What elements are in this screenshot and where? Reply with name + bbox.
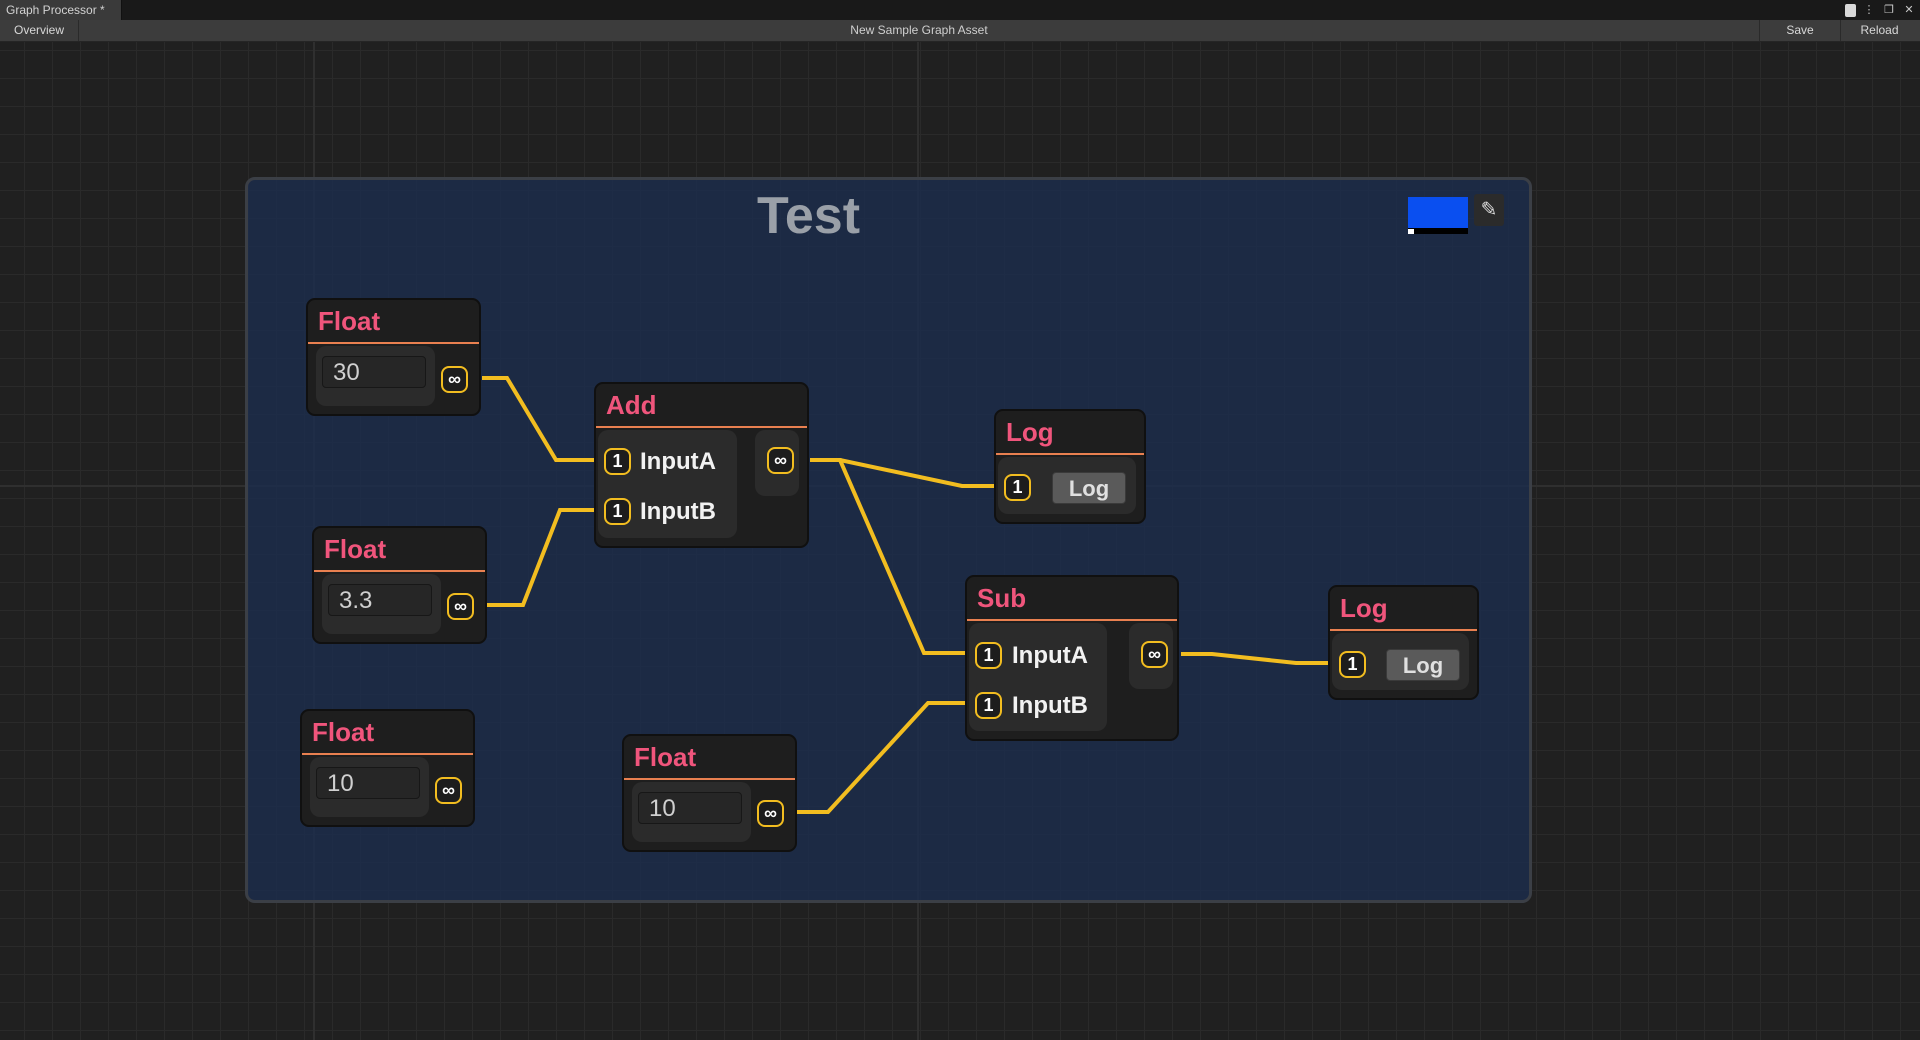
node-body: 10 bbox=[632, 782, 751, 842]
node-body: 30 bbox=[316, 346, 435, 406]
port-label: InputA bbox=[640, 448, 716, 475]
reload-button[interactable]: Reload bbox=[1839, 20, 1920, 41]
node-title: Log bbox=[996, 411, 1144, 455]
edge-add-log1 bbox=[810, 458, 994, 488]
float-value-field[interactable]: 3.3 bbox=[328, 584, 432, 616]
float-node[interactable]: Float 10 ∞ bbox=[300, 709, 475, 827]
window-controls: ⋮ ❐ ✕ bbox=[1845, 0, 1916, 20]
port-label: InputB bbox=[1012, 692, 1088, 719]
input-port[interactable]: 1 bbox=[1004, 474, 1031, 501]
float-value-field[interactable]: 30 bbox=[322, 356, 426, 388]
float-value-field[interactable]: 10 bbox=[316, 767, 420, 799]
output-port[interactable]: ∞ bbox=[767, 447, 794, 474]
edge-float4-sub bbox=[796, 701, 966, 814]
node-title: Sub bbox=[967, 577, 1177, 621]
output-port[interactable]: ∞ bbox=[1141, 641, 1168, 668]
add-node[interactable]: Add 1 InputA 1 InputB ∞ bbox=[594, 382, 809, 548]
node-title: Add bbox=[596, 384, 807, 428]
node-title: Float bbox=[302, 711, 473, 755]
log-node[interactable]: Log 1 Log bbox=[1328, 585, 1479, 700]
asset-title: New Sample Graph Asset bbox=[850, 23, 988, 37]
float-value-field[interactable]: 10 bbox=[638, 792, 742, 824]
more-options-icon[interactable]: ⋮ bbox=[1862, 3, 1876, 17]
log-button[interactable]: Log bbox=[1052, 472, 1126, 504]
edge-sub-log2 bbox=[1181, 652, 1330, 665]
node-body: 3.3 bbox=[322, 574, 441, 634]
port-label: InputA bbox=[1012, 642, 1088, 669]
overview-button[interactable]: Overview bbox=[0, 20, 79, 41]
node-body: 10 bbox=[310, 757, 429, 817]
float-node[interactable]: Float 3.3 ∞ bbox=[312, 526, 487, 644]
input-port[interactable]: 1 bbox=[975, 642, 1002, 669]
node-title: Log bbox=[1330, 587, 1477, 631]
port-label: InputB bbox=[640, 498, 716, 525]
output-port[interactable]: ∞ bbox=[447, 593, 474, 620]
input-port[interactable]: 1 bbox=[975, 692, 1002, 719]
save-button[interactable]: Save bbox=[1759, 20, 1841, 41]
float-node[interactable]: Float 30 ∞ bbox=[306, 298, 481, 416]
input-port[interactable]: 1 bbox=[604, 448, 631, 475]
close-icon[interactable]: ✕ bbox=[1902, 3, 1916, 17]
edge-add-sub bbox=[810, 458, 966, 655]
output-port[interactable]: ∞ bbox=[435, 777, 462, 804]
input-port[interactable]: 1 bbox=[1339, 651, 1366, 678]
node-title: Float bbox=[624, 736, 795, 780]
window-tab[interactable]: Graph Processor * bbox=[0, 0, 122, 20]
graph-canvas[interactable]: Test ✎ Float 30 ∞ Float 3.3 ∞ Float 10 ∞… bbox=[0, 42, 1920, 1040]
node-title: Float bbox=[308, 300, 479, 344]
window-tab-bar: Graph Processor * ⋮ ❐ ✕ bbox=[0, 0, 1920, 20]
output-port[interactable]: ∞ bbox=[757, 800, 784, 827]
edge-float2-add bbox=[487, 508, 594, 607]
toolbar: New Sample Graph Asset Overview Save Rel… bbox=[0, 20, 1920, 42]
document-icon[interactable] bbox=[1845, 3, 1856, 17]
output-port[interactable]: ∞ bbox=[441, 366, 468, 393]
input-port[interactable]: 1 bbox=[604, 498, 631, 525]
maximize-icon[interactable]: ❐ bbox=[1882, 3, 1896, 17]
float-node[interactable]: Float 10 ∞ bbox=[622, 734, 797, 852]
node-title: Float bbox=[314, 528, 485, 572]
log-node[interactable]: Log 1 Log bbox=[994, 409, 1146, 524]
sub-node[interactable]: Sub 1 InputA 1 InputB ∞ bbox=[965, 575, 1179, 741]
log-button[interactable]: Log bbox=[1386, 649, 1460, 681]
edges-layer bbox=[482, 376, 1330, 814]
edge-float1-add bbox=[482, 376, 594, 462]
